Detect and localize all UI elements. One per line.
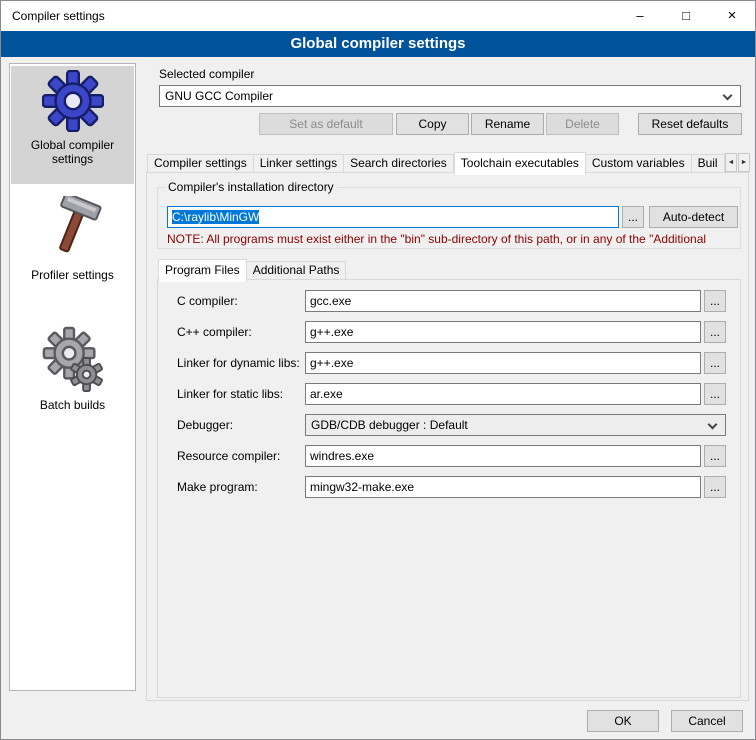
dialog-header: Global compiler settings — [1, 31, 755, 57]
sidebar-item-profiler[interactable]: Profiler settings — [11, 196, 134, 282]
debugger-label: Debugger: — [177, 418, 233, 432]
make-program-input[interactable] — [305, 476, 701, 498]
selected-compiler-label: Selected compiler — [159, 67, 254, 81]
tab-search-directories[interactable]: Search directories — [344, 154, 454, 173]
maximize-button[interactable]: □ — [663, 1, 709, 31]
delete-button: Delete — [546, 113, 619, 135]
window-title: Compiler settings — [12, 1, 105, 31]
linker-static-browse-button[interactable]: ... — [704, 383, 726, 405]
tab-program-files[interactable]: Program Files — [158, 259, 247, 282]
sidebar-item-label: Profiler settings — [11, 268, 134, 282]
rename-button[interactable]: Rename — [471, 113, 544, 135]
minimize-button[interactable]: – — [617, 1, 663, 31]
cpp-compiler-input[interactable] — [305, 321, 701, 343]
hammer-icon — [44, 196, 102, 260]
linker-static-label: Linker for static libs: — [177, 387, 283, 401]
reset-defaults-button[interactable]: Reset defaults — [638, 113, 742, 135]
debugger-select-value: GDB/CDB debugger : Default — [311, 418, 468, 432]
c-compiler-input[interactable] — [305, 290, 701, 312]
resource-compiler-input[interactable] — [305, 445, 701, 467]
sidebar-item-label: Batch builds — [11, 398, 134, 412]
make-program-browse-button[interactable]: ... — [704, 476, 726, 498]
tab-additional-paths[interactable]: Additional Paths — [247, 261, 347, 280]
linker-static-input[interactable] — [305, 383, 701, 405]
gear-icon — [42, 70, 104, 132]
selected-compiler-value: GNU GCC Compiler — [165, 89, 273, 103]
tab-custom-variables[interactable]: Custom variables — [586, 154, 692, 173]
compiler-tabstrip: Compiler settings Linker settings Search… — [147, 151, 725, 173]
installation-dir-input[interactable]: C:\raylib\MinGW — [167, 206, 619, 228]
set-as-default-button: Set as default — [259, 113, 393, 135]
titlebar[interactable]: Compiler settings – □ × — [1, 1, 755, 31]
linker-dynamic-input[interactable] — [305, 352, 701, 374]
cancel-button[interactable]: Cancel — [671, 710, 743, 732]
tab-linker-settings[interactable]: Linker settings — [254, 154, 344, 173]
tab-compiler-settings[interactable]: Compiler settings — [147, 154, 254, 173]
installation-dir-browse-button[interactable]: ... — [622, 206, 644, 228]
sidebar-item-label: Global compiler settings — [11, 138, 134, 166]
bin-path-note: NOTE: All programs must exist either in … — [167, 232, 740, 246]
chevron-down-icon — [723, 91, 733, 101]
ok-button[interactable]: OK — [587, 710, 659, 732]
resource-compiler-browse-button[interactable]: ... — [704, 445, 726, 467]
sidebar-item-batch-builds[interactable]: Batch builds — [11, 326, 134, 412]
close-button[interactable]: × — [709, 1, 755, 31]
settings-sidebar: Global compiler settings Profiler settin… — [9, 63, 136, 691]
tab-build-options[interactable]: Buil — [692, 154, 725, 173]
tab-scroll-left-button[interactable]: ◄ — [725, 153, 737, 172]
c-compiler-browse-button[interactable]: ... — [704, 290, 726, 312]
make-program-label: Make program: — [177, 480, 258, 494]
linker-dynamic-browse-button[interactable]: ... — [704, 352, 726, 374]
gears-icon — [42, 326, 104, 392]
auto-detect-button[interactable]: Auto-detect — [649, 206, 738, 228]
debugger-select[interactable]: GDB/CDB debugger : Default — [305, 414, 726, 436]
program-files-tabstrip: Program Files Additional Paths — [158, 258, 346, 280]
cpp-compiler-label: C++ compiler: — [177, 325, 252, 339]
tab-toolchain-executables[interactable]: Toolchain executables — [454, 152, 586, 175]
copy-button[interactable]: Copy — [396, 113, 469, 135]
linker-dynamic-label: Linker for dynamic libs: — [177, 356, 300, 370]
installation-dir-value: C:\raylib\MinGW — [172, 210, 259, 224]
compiler-settings-dialog: Compiler settings – □ × Global compiler … — [0, 0, 756, 740]
cpp-compiler-browse-button[interactable]: ... — [704, 321, 726, 343]
chevron-down-icon — [708, 420, 718, 430]
resource-compiler-label: Resource compiler: — [177, 449, 280, 463]
sidebar-item-global-compiler[interactable]: Global compiler settings — [11, 70, 134, 166]
installation-directory-legend: Compiler's installation directory — [165, 180, 337, 194]
tab-scroll-right-button[interactable]: ► — [738, 153, 750, 172]
selected-compiler-combobox[interactable]: GNU GCC Compiler — [159, 85, 741, 107]
c-compiler-label: C compiler: — [177, 294, 238, 308]
